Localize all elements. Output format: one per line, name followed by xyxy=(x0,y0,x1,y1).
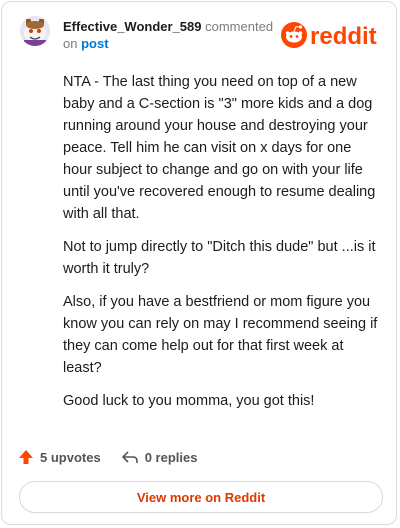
upvote-arrow-icon xyxy=(19,450,33,464)
reddit-logo-icon: reddit xyxy=(281,22,377,50)
brand-name: reddit xyxy=(310,23,377,50)
comment-card: Effective_Wonder_589 commented on post r… xyxy=(1,1,397,525)
comment-paragraph: Also, if you have a bestfriend or mom fi… xyxy=(63,294,378,376)
reply-arrow-icon xyxy=(121,451,138,463)
reply-count: 0 replies xyxy=(144,449,198,465)
reply-button[interactable]: 0 replies xyxy=(121,449,198,465)
comment-paragraph: NTA - The last thing you need on top of … xyxy=(63,74,376,222)
on-text: on xyxy=(63,36,78,51)
reddit-logo[interactable]: reddit xyxy=(280,19,386,51)
user-avatar-icon[interactable] xyxy=(20,16,50,46)
post-link[interactable]: post xyxy=(81,36,108,51)
upvote-button[interactable]: 5 upvotes xyxy=(18,449,101,465)
comment-paragraph: Good luck to you momma, you got this! xyxy=(63,393,315,409)
comment-header: Effective_Wonder_589 commented xyxy=(63,19,273,35)
view-more-button[interactable]: View more on Reddit xyxy=(19,481,383,513)
comment-context: on post xyxy=(63,36,109,52)
comment-paragraph: Not to jump directly to "Ditch this dude… xyxy=(63,239,376,277)
comment-actions: 5 upvotes 0 replies xyxy=(18,445,197,469)
comment-body: NTA - The last thing you need on top of … xyxy=(63,71,381,423)
author-name[interactable]: Effective_Wonder_589 xyxy=(63,19,202,34)
comment-verb: commented xyxy=(205,19,274,34)
upvote-count: 5 upvotes xyxy=(40,449,101,465)
